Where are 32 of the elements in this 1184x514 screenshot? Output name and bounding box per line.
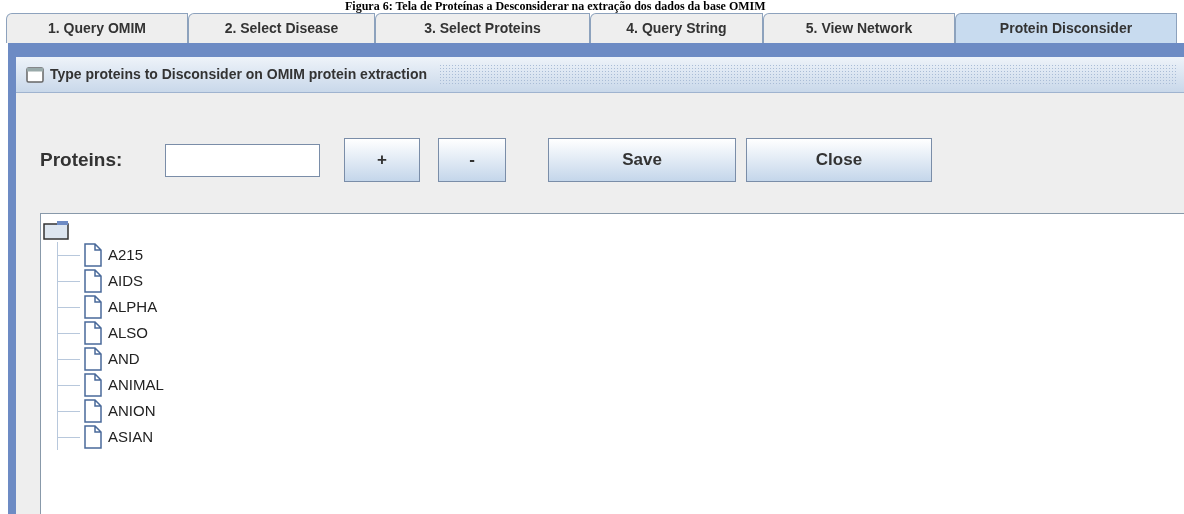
tree-item[interactable]: ALPHA [58, 294, 1184, 320]
tab[interactable]: Protein Disconsider [955, 13, 1177, 43]
document-icon [84, 399, 102, 423]
tab[interactable]: 2. Select Disease [188, 13, 375, 43]
toolbar-button[interactable]: + [344, 138, 420, 182]
document-icon [84, 373, 102, 397]
window-icon [26, 66, 44, 83]
tab[interactable]: 1. Query OMIM [6, 13, 188, 43]
folder-icon [43, 220, 69, 240]
document-icon [84, 425, 102, 449]
toolbar-button[interactable]: Save [548, 138, 736, 182]
tab[interactable]: 4. Query String [590, 13, 763, 43]
tree-item[interactable]: ASIAN [58, 424, 1184, 450]
tree-item[interactable]: ANION [58, 398, 1184, 424]
tree-item[interactable]: A215 [58, 242, 1184, 268]
protein-input-field[interactable] [165, 143, 320, 177]
document-icon [84, 321, 102, 345]
toolbar-button[interactable]: Close [746, 138, 932, 182]
tree-item[interactable]: AIDS [58, 268, 1184, 294]
tree-item[interactable]: ANIMAL [58, 372, 1184, 398]
document-icon [84, 295, 102, 319]
frame-title: Type proteins to Disconsider on OMIM protein extraction [50, 65, 427, 84]
tree-item[interactable]: AND [58, 346, 1184, 372]
proteins-label: Proteins: [40, 147, 124, 172]
tree-item[interactable]: ALSO [58, 320, 1184, 346]
figure-caption: Figura 6: Tela de Proteínas a Desconsiderar na extração dos dados da base OMIM [344, 0, 767, 12]
tab[interactable]: 5. View Network [763, 13, 955, 43]
document-icon [84, 243, 102, 267]
tab[interactable]: 3. Select Proteins [375, 13, 590, 43]
toolbar-button[interactable]: - [438, 138, 506, 182]
document-icon [84, 269, 102, 293]
document-icon [84, 347, 102, 371]
